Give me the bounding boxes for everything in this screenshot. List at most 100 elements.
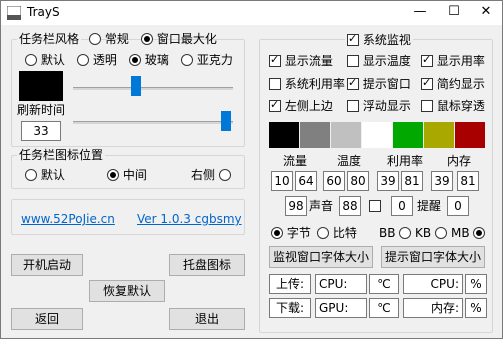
radio-maximized-indicator[interactable] <box>141 33 153 45</box>
color-swatch-7[interactable] <box>455 122 485 148</box>
radio-kb[interactable]: KB <box>415 226 447 240</box>
system-monitor-toggle[interactable]: 系统监视 <box>345 32 413 47</box>
show-usage-checkbox[interactable] <box>421 53 433 67</box>
tip-font-size-button[interactable]: 提示窗口字体大小 <box>381 246 485 268</box>
color-swatch-3[interactable] <box>331 122 361 148</box>
tip-window-label: 提示窗口 <box>362 77 411 91</box>
color-swatch-1[interactable] <box>269 122 299 148</box>
refresh-time-input[interactable]: 33 <box>21 121 61 141</box>
remind-checkbox[interactable] <box>369 200 381 212</box>
radio-bb-indicator[interactable] <box>399 227 412 239</box>
radio-pos-default[interactable]: 默认 <box>25 168 65 182</box>
refresh-slider-track[interactable] <box>73 121 233 124</box>
mouse-through-checkbox[interactable] <box>421 100 433 112</box>
radio-acrylic-label: 亚克力 <box>196 53 233 67</box>
radio-maximized[interactable]: 窗口最大化 <box>141 32 217 46</box>
show-usage-toggle[interactable]: 显示用率 <box>421 53 485 68</box>
compact-display-toggle[interactable]: 简约显示 <box>421 76 485 91</box>
radio-mb[interactable]: MB <box>451 226 486 240</box>
sound-value-1[interactable]: 98 <box>285 196 307 216</box>
radio-normal-indicator[interactable] <box>89 33 101 45</box>
minimize-button[interactable]: — <box>403 1 437 25</box>
show-traffic-toggle[interactable]: 显示流量 <box>269 53 333 68</box>
radio-normal-label: 常规 <box>104 32 129 46</box>
radio-pos-center[interactable]: 中间 <box>107 168 147 182</box>
back-button[interactable]: 返回 <box>11 308 83 330</box>
autostart-button[interactable]: 开机启动 <box>11 254 83 276</box>
opacity-slider-thumb[interactable] <box>131 76 141 96</box>
gpu-temp-label-box: GPU: <box>315 298 367 318</box>
exit-button[interactable]: 退出 <box>169 308 245 330</box>
color-swatch-2[interactable] <box>300 122 330 148</box>
restore-default-button[interactable]: 恢复默认 <box>89 280 165 302</box>
radio-maximized-label: 窗口最大化 <box>156 32 217 46</box>
color-swatch-4[interactable] <box>362 122 392 148</box>
website-link[interactable]: www.52PoJie.cn <box>21 212 115 226</box>
radio-kb-indicator[interactable] <box>434 227 447 239</box>
show-temp-checkbox[interactable] <box>347 55 359 67</box>
radio-byte-indicator[interactable] <box>271 227 283 239</box>
radio-bit-indicator[interactable] <box>317 227 329 239</box>
radio-default-label: 默认 <box>40 53 65 67</box>
usage-value-2[interactable]: 81 <box>401 171 423 191</box>
radio-mb-indicator[interactable] <box>473 227 486 239</box>
sound-value-2[interactable]: 88 <box>339 196 361 216</box>
system-monitor-checkbox[interactable] <box>347 32 359 46</box>
radio-bb[interactable]: BB <box>379 226 412 240</box>
cpu-temp-label-box: CPU: <box>315 274 367 294</box>
float-display-checkbox[interactable] <box>347 100 359 112</box>
memory-value-2[interactable]: 81 <box>457 171 479 191</box>
radio-pos-center-label: 中间 <box>122 168 147 182</box>
title-bar[interactable]: TrayS — ☐ ✕ <box>1 1 502 25</box>
radio-glass-indicator[interactable] <box>129 54 141 66</box>
color-swatch-6[interactable] <box>424 122 454 148</box>
monitor-font-size-button[interactable]: 监视窗口字体大小 <box>269 246 373 268</box>
main-window: TrayS — ☐ ✕ 任务栏风格 常规 窗口最大化 默认 透明 玻璃 亚克力 … <box>0 0 503 339</box>
remind-right-value[interactable]: 0 <box>447 196 469 216</box>
radio-byte[interactable]: 字节 <box>271 226 311 240</box>
celsius-box-2: ℃ <box>369 298 399 318</box>
temp-value-2[interactable]: 80 <box>347 171 369 191</box>
opacity-slider-track[interactable] <box>73 87 233 90</box>
sys-usage-toggle[interactable]: 系统利用率 <box>269 77 345 91</box>
radio-default-indicator[interactable] <box>25 54 37 66</box>
show-temp-toggle[interactable]: 显示温度 <box>347 54 411 68</box>
maximize-button[interactable]: ☐ <box>437 1 471 25</box>
radio-pos-default-indicator[interactable] <box>25 169 37 181</box>
radio-acrylic-indicator[interactable] <box>181 54 193 66</box>
traffic-value-2[interactable]: 64 <box>295 171 317 191</box>
radio-glass[interactable]: 玻璃 <box>129 53 169 67</box>
radio-bit[interactable]: 比特 <box>317 226 357 240</box>
radio-pos-right-indicator[interactable] <box>218 169 231 181</box>
remind-left-value[interactable]: 0 <box>391 196 413 216</box>
left-top-toggle[interactable]: 左侧上边 <box>269 98 333 113</box>
memory-value-1[interactable]: 39 <box>431 171 453 191</box>
sound-label: 声音 <box>309 199 334 213</box>
traffic-value-1[interactable]: 10 <box>271 171 293 191</box>
tip-window-checkbox[interactable] <box>347 76 359 90</box>
compact-display-checkbox[interactable] <box>421 76 433 90</box>
usage-value-1[interactable]: 39 <box>377 171 399 191</box>
window-title: TrayS <box>27 5 60 19</box>
close-button[interactable]: ✕ <box>469 1 503 25</box>
mouse-through-toggle[interactable]: 鼠标穿透 <box>421 99 485 113</box>
version-link[interactable]: Ver 1.0.3 cgbsmy <box>137 212 242 226</box>
left-top-checkbox[interactable] <box>269 98 281 112</box>
radio-pos-right[interactable]: 右侧 <box>191 168 231 182</box>
color-preview-swatch[interactable] <box>19 71 63 101</box>
temp-value-1[interactable]: 60 <box>323 171 345 191</box>
show-traffic-checkbox[interactable] <box>269 53 281 67</box>
float-display-toggle[interactable]: 浮动显示 <box>347 99 411 113</box>
color-swatch-5[interactable] <box>393 122 423 148</box>
radio-normal[interactable]: 常规 <box>89 32 129 46</box>
refresh-slider-thumb[interactable] <box>221 111 231 131</box>
radio-transparent[interactable]: 透明 <box>77 53 117 67</box>
radio-transparent-indicator[interactable] <box>77 54 89 66</box>
radio-pos-center-indicator[interactable] <box>107 169 119 181</box>
tip-window-toggle[interactable]: 提示窗口 <box>347 76 411 91</box>
traffic-header: 流量 <box>283 154 308 168</box>
tray-icon-button[interactable]: 托盘图标 <box>169 254 245 276</box>
radio-acrylic[interactable]: 亚克力 <box>181 53 233 67</box>
sys-usage-checkbox[interactable] <box>269 78 281 90</box>
radio-default[interactable]: 默认 <box>25 53 65 67</box>
